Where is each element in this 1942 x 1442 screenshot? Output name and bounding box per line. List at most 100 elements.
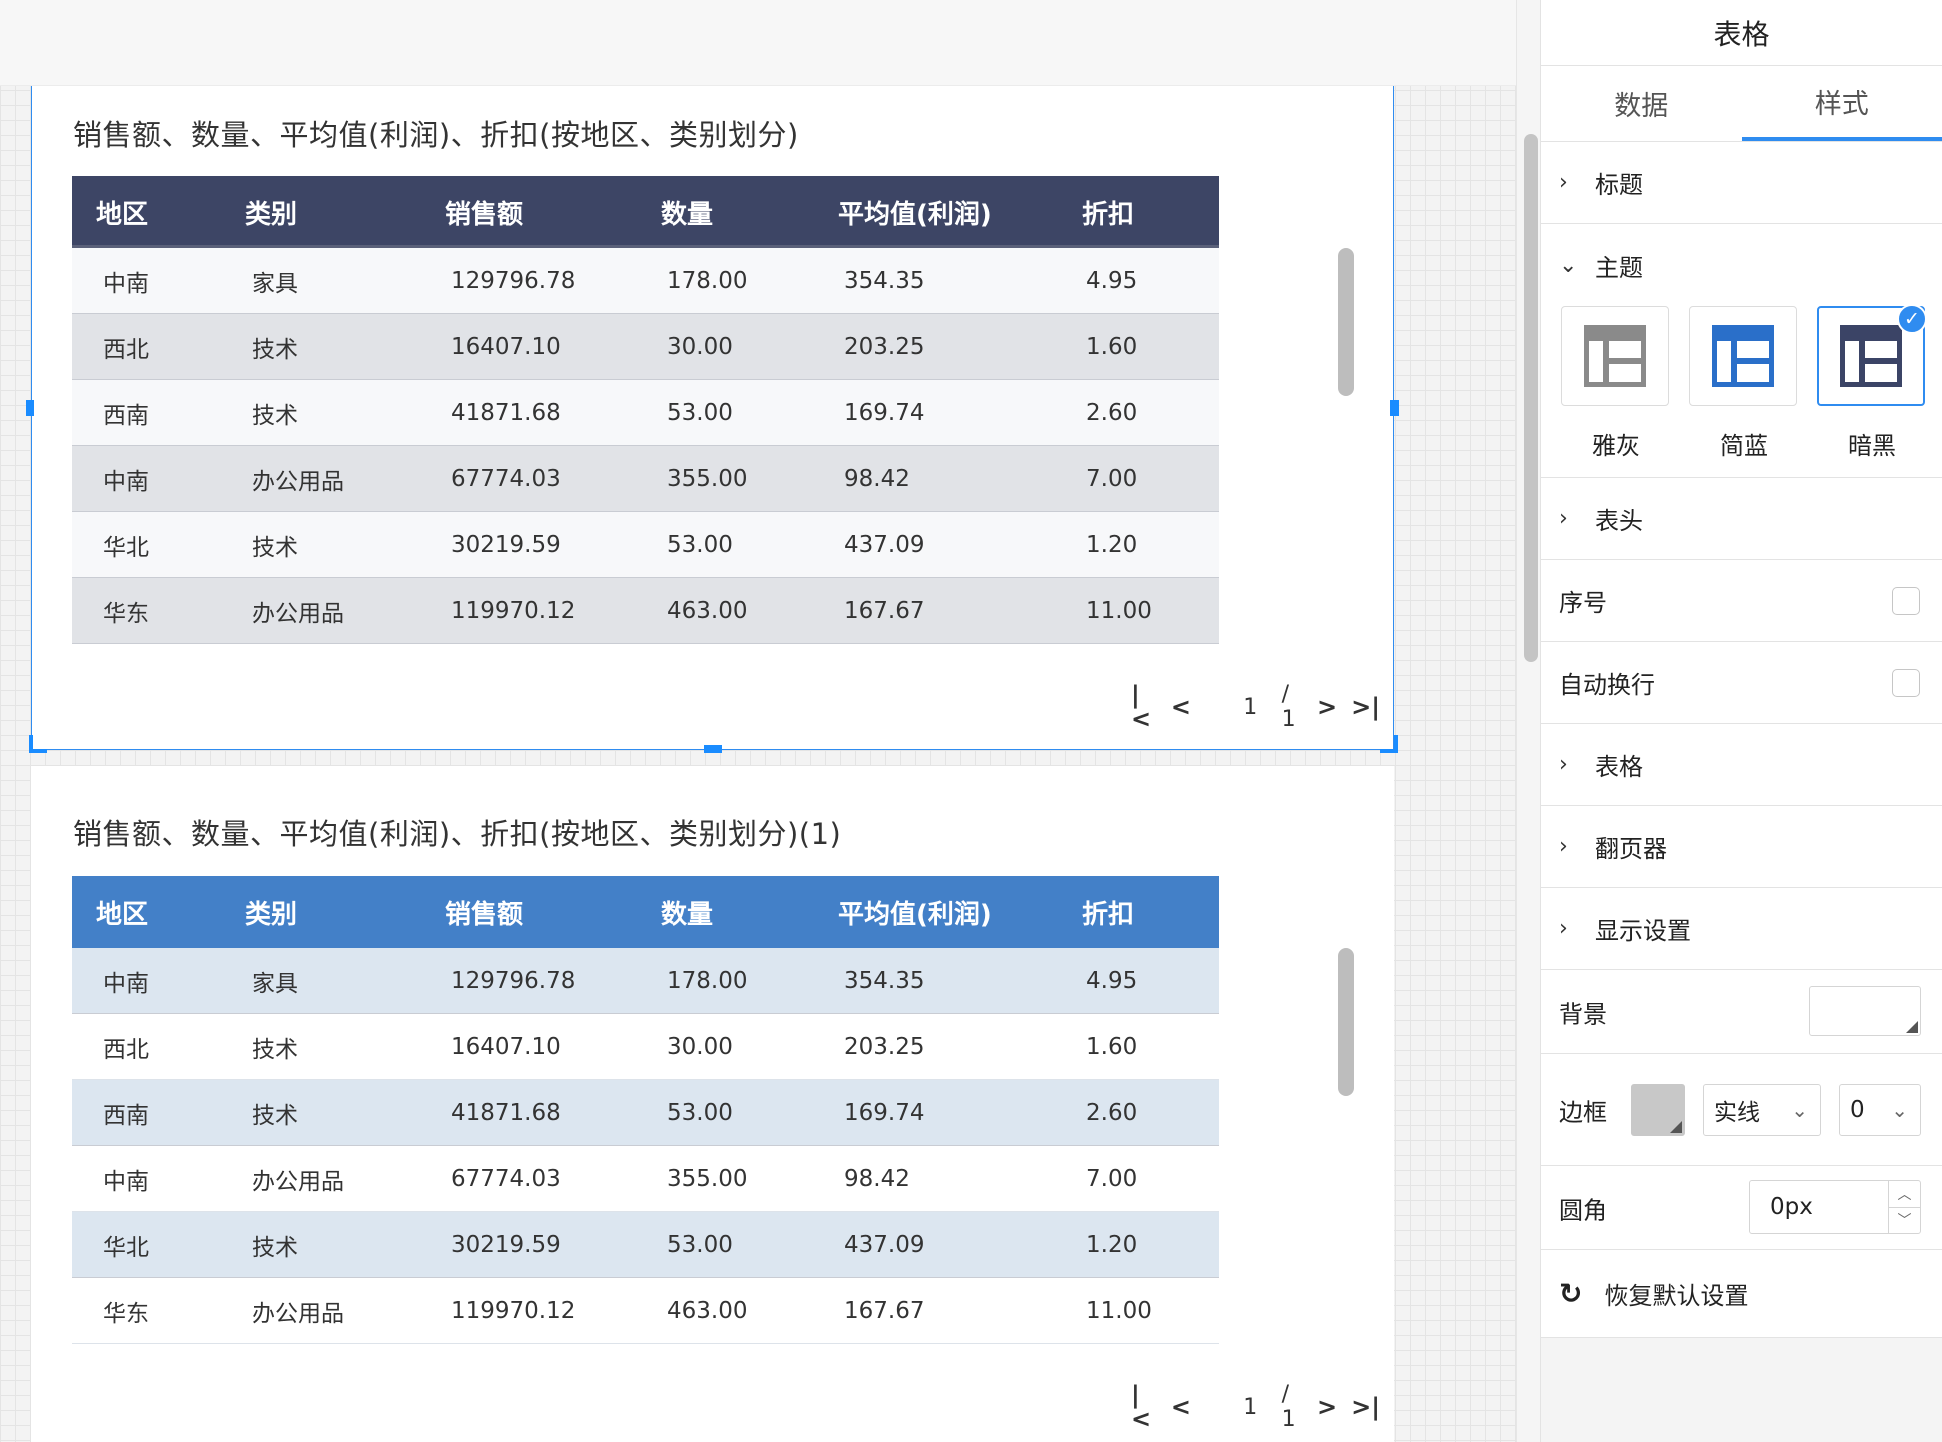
current-page[interactable]: 1 xyxy=(1219,1395,1282,1420)
cell-discount: 11.00 xyxy=(1086,597,1152,624)
reset-defaults-button[interactable]: ↻ 恢复默认设置 xyxy=(1541,1250,1942,1338)
table-row[interactable]: 中南 办公用品 67774.03 355.00 98.42 7.00 xyxy=(72,446,1219,512)
row-number-checkbox[interactable] xyxy=(1892,586,1920,615)
step-down-icon[interactable]: ﹀ xyxy=(1889,1208,1920,1234)
widget-title: 销售额、数量、平均值(利润)、折扣(按地区、类别划分) xyxy=(73,118,799,152)
col-header-quantity[interactable]: 数量 xyxy=(661,176,713,248)
prev-page-icon[interactable]: < xyxy=(1171,695,1191,719)
table-row[interactable]: 华北 技术 30219.59 53.00 437.09 1.20 xyxy=(72,1212,1219,1278)
canvas-top-bar xyxy=(0,0,1540,86)
section-pager[interactable]: › 翻页器 xyxy=(1541,806,1942,888)
tab-style[interactable]: 样式 xyxy=(1741,66,1942,141)
theme-option-blue[interactable]: 简蓝 xyxy=(1689,306,1799,461)
table-scrollbar[interactable] xyxy=(1338,948,1354,1096)
section-table[interactable]: › 表格 xyxy=(1541,724,1942,806)
table-scrollbar[interactable] xyxy=(1338,248,1354,396)
cell-discount: 2.60 xyxy=(1086,399,1138,426)
col-header-discount[interactable]: 折扣 xyxy=(1082,176,1134,248)
chevron-right-icon: › xyxy=(1559,916,1568,941)
next-page-icon[interactable]: > xyxy=(1317,695,1337,719)
table-row[interactable]: 西南 技术 41871.68 53.00 169.74 2.60 xyxy=(72,1080,1219,1146)
section-label: 标题 xyxy=(1595,171,1643,199)
border-width-value: 0 xyxy=(1850,1097,1865,1123)
section-header[interactable]: › 表头 xyxy=(1541,478,1942,560)
section-label: 显示设置 xyxy=(1595,917,1691,945)
col-header-sales[interactable]: 销售额 xyxy=(445,876,523,948)
cell-avg-profit: 203.25 xyxy=(844,1033,925,1060)
cell-region: 华北 xyxy=(103,1234,149,1261)
resize-corner-bottom-left[interactable] xyxy=(29,735,47,753)
total-pages: / 1 xyxy=(1281,682,1296,732)
cell-sales: 67774.03 xyxy=(451,1165,561,1192)
border-width-select[interactable]: 0 ⌄ xyxy=(1839,1084,1921,1136)
last-page-icon[interactable]: >| xyxy=(1351,695,1380,719)
step-up-icon[interactable]: ︿ xyxy=(1889,1181,1920,1208)
first-page-icon[interactable]: |< xyxy=(1131,683,1157,731)
theme-option-dark[interactable]: ✓ 暗黑 xyxy=(1817,304,1927,461)
cell-quantity: 53.00 xyxy=(667,1231,733,1258)
cell-category: 家具 xyxy=(252,270,298,297)
last-page-icon[interactable]: >| xyxy=(1351,1395,1380,1419)
table-row[interactable]: 中南 办公用品 67774.03 355.00 98.42 7.00 xyxy=(72,1146,1219,1212)
cell-quantity: 178.00 xyxy=(667,967,748,994)
section-title[interactable]: › 标题 xyxy=(1541,142,1942,224)
cell-category: 办公用品 xyxy=(252,1300,344,1327)
table-widget-dark[interactable]: 销售额、数量、平均值(利润)、折扣(按地区、类别划分) 地区 类别 销售额 数量… xyxy=(31,86,1394,749)
next-page-icon[interactable]: > xyxy=(1317,1395,1337,1419)
col-header-region[interactable]: 地区 xyxy=(96,176,148,248)
col-header-region[interactable]: 地区 xyxy=(96,876,148,948)
section-label: 主题 xyxy=(1595,253,1643,282)
col-header-category[interactable]: 类别 xyxy=(245,876,297,948)
panel-scrollbar[interactable] xyxy=(1524,134,1538,662)
tab-data[interactable]: 数据 xyxy=(1541,66,1742,141)
cell-sales: 16407.10 xyxy=(451,333,561,360)
table-row[interactable]: 华东 办公用品 119970.12 463.00 167.67 11.00 xyxy=(72,578,1219,644)
col-header-discount[interactable]: 折扣 xyxy=(1082,876,1134,948)
dropdown-corner-icon xyxy=(1906,1021,1918,1033)
chevron-down-icon: ⌄ xyxy=(1559,252,1578,278)
section-display[interactable]: › 显示设置 xyxy=(1541,888,1942,970)
cell-region: 中南 xyxy=(103,970,149,997)
resize-handle-bottom[interactable] xyxy=(704,745,722,753)
cell-avg-profit: 437.09 xyxy=(844,1231,925,1258)
table-widget-blue[interactable]: 销售额、数量、平均值(利润)、折扣(按地区、类别划分)(1) 地区 类别 销售额… xyxy=(31,766,1394,1442)
border-style-select[interactable]: 实线 ⌄ xyxy=(1703,1084,1821,1136)
border-color-picker[interactable] xyxy=(1631,1084,1685,1136)
border-label: 边框 xyxy=(1559,1098,1607,1126)
table-row[interactable]: 华东 办公用品 119970.12 463.00 167.67 11.00 xyxy=(72,1278,1219,1344)
col-header-category[interactable]: 类别 xyxy=(245,176,297,248)
prev-page-icon[interactable]: < xyxy=(1171,1395,1191,1419)
table-row[interactable]: 中南 家具 129796.78 178.00 354.35 4.95 xyxy=(72,948,1219,1014)
table-row[interactable]: 华北 技术 30219.59 53.00 437.09 1.20 xyxy=(72,512,1219,578)
border-row: 边框 实线 ⌄ 0 ⌄ xyxy=(1541,1054,1942,1166)
section-theme[interactable]: ⌄ 主题 xyxy=(1541,224,1942,306)
resize-handle-left[interactable] xyxy=(26,400,34,416)
theme-option-gray[interactable]: 雅灰 xyxy=(1561,306,1671,461)
col-header-avg-profit[interactable]: 平均值(利润) xyxy=(838,876,992,948)
table-row[interactable]: 西北 技术 16407.10 30.00 203.25 1.60 xyxy=(72,1014,1219,1080)
col-header-avg-profit[interactable]: 平均值(利润) xyxy=(838,176,992,248)
auto-wrap-toggle: 自动换行 xyxy=(1541,642,1942,724)
radius-input[interactable]: 0px ︿ ﹀ xyxy=(1749,1180,1921,1234)
cell-discount: 4.95 xyxy=(1086,967,1138,994)
resize-handle-right[interactable] xyxy=(1390,400,1399,416)
radius-value: 0px xyxy=(1770,1194,1813,1220)
check-icon: ✓ xyxy=(1897,304,1927,334)
col-header-quantity[interactable]: 数量 xyxy=(661,876,713,948)
row-number-toggle: 序号 xyxy=(1541,560,1942,642)
resize-corner-bottom-right[interactable] xyxy=(1380,735,1398,753)
chevron-down-icon: ⌄ xyxy=(1791,1098,1808,1122)
reset-label: 恢复默认设置 xyxy=(1604,1282,1749,1310)
cell-sales: 30219.59 xyxy=(451,531,561,558)
current-page[interactable]: 1 xyxy=(1219,695,1282,720)
table-row[interactable]: 中南 家具 129796.78 178.00 354.35 4.95 xyxy=(72,248,1219,314)
background-label: 背景 xyxy=(1559,1000,1607,1028)
table-row[interactable]: 西北 技术 16407.10 30.00 203.25 1.60 xyxy=(72,314,1219,380)
col-header-sales[interactable]: 销售额 xyxy=(445,176,523,248)
table-row[interactable]: 西南 技术 41871.68 53.00 169.74 2.60 xyxy=(72,380,1219,446)
first-page-icon[interactable]: |< xyxy=(1131,1383,1157,1431)
background-color-picker[interactable] xyxy=(1809,986,1921,1036)
section-label: 翻页器 xyxy=(1595,835,1667,863)
auto-wrap-checkbox[interactable] xyxy=(1892,668,1920,697)
cell-region: 华北 xyxy=(103,534,149,561)
